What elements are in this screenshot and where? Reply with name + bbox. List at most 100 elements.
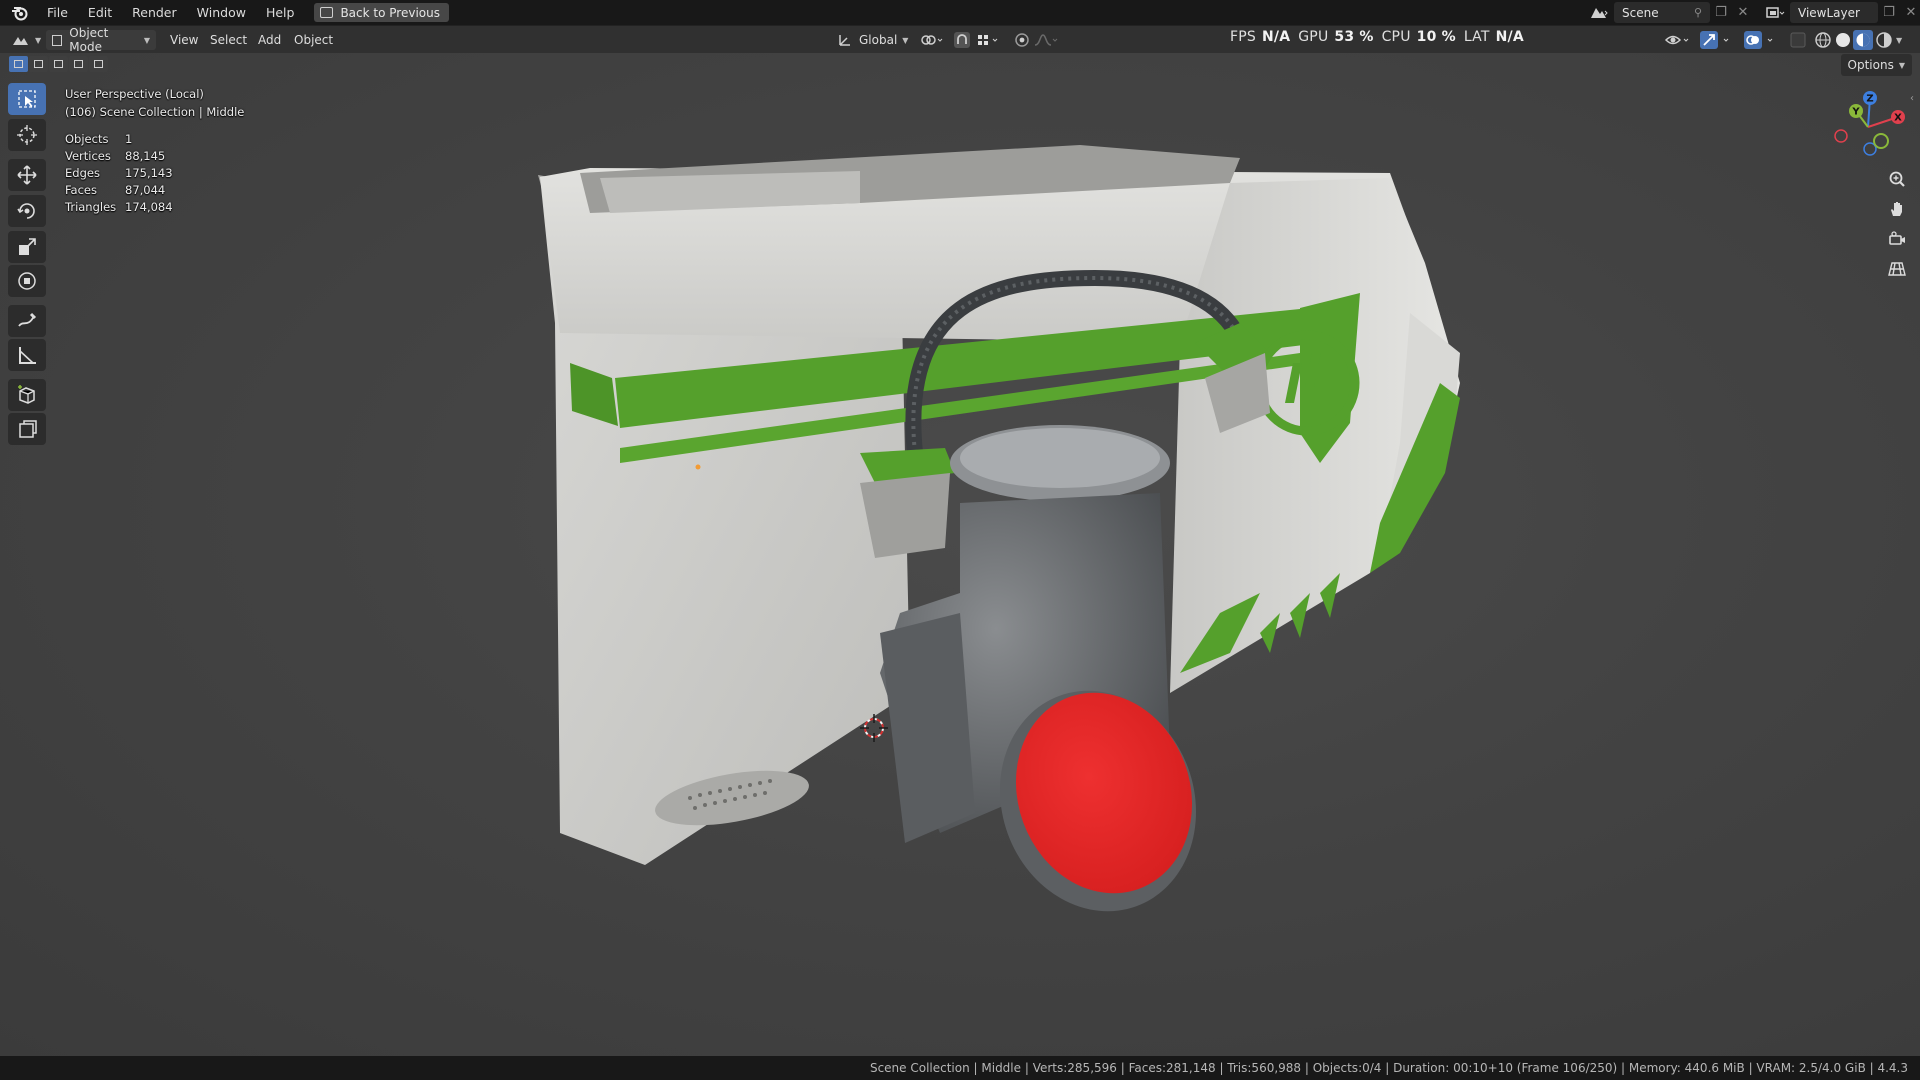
gizmo-x-label: X [1894,113,1902,124]
pin-icon[interactable]: ⚲ [1694,6,1702,19]
scene-name-field[interactable]: Scene ⚲ [1614,2,1710,23]
select-box-icon [18,90,36,108]
shading-solid-icon[interactable] [1834,30,1852,50]
view-layer-name: ViewLayer [1798,5,1860,20]
menu-edit[interactable]: Edit [78,0,122,25]
3d-viewport[interactable]: User Perspective (Local) (106) Scene Col… [0,53,1920,1056]
cpu-label: CPU [1381,29,1411,45]
transform-orientation-dropdown[interactable]: Global ▼ [838,30,908,50]
menu-help[interactable]: Help [256,0,305,25]
tool-shelf [8,83,46,503]
object-mode-icon [52,34,63,46]
stat-value: 87,044 [125,183,166,197]
3d-model[interactable] [0,53,1920,1056]
snap-target-icon[interactable] [976,30,1002,50]
stat-value: 88,145 [125,149,166,163]
view-layer-icon[interactable] [1760,2,1790,23]
stat-label: Vertices [65,149,111,163]
stat-label: Objects [65,132,109,146]
view-layer-selector: ViewLayer ❐ ✕ [1760,2,1920,23]
shading-wireframe-icon[interactable] [1814,30,1832,50]
pan-hand-icon[interactable] [1882,195,1912,223]
add-cube-tool[interactable] [8,379,46,411]
menu-object[interactable]: Object [294,30,333,50]
fps-label: FPS [1230,29,1256,45]
annotate-tool[interactable] [8,305,46,337]
select-box-tool[interactable] [8,83,46,115]
new-scene-icon[interactable]: ❐ [1710,2,1732,23]
new-view-layer-icon[interactable]: ❐ [1878,2,1900,23]
sidebar-toggle-icon[interactable]: ‹ [1910,93,1914,104]
gizmo-z-label: Z [1866,94,1873,105]
scale-tool[interactable] [8,231,46,263]
transform-icon [18,272,36,290]
stat-value: 1 [125,132,133,146]
menu-add[interactable]: Add [258,30,281,50]
stat-value: 174,084 [125,200,173,214]
move-icon [17,165,37,185]
pivot-point-icon[interactable] [920,30,946,50]
scene-icon[interactable] [1584,2,1614,23]
move-tool[interactable] [8,159,46,191]
camera-view-icon[interactable] [1882,225,1912,253]
snap-toggle-icon[interactable] [954,30,970,50]
status-text: Scene Collection | Middle | Verts:285,59… [869,1061,1908,1075]
stat-label: Triangles [65,200,117,214]
stat-faces: Faces 87,044 [65,183,165,197]
measure-tool[interactable] [8,339,46,371]
editor-type-button[interactable]: ▼ [12,30,41,50]
delete-scene-icon[interactable]: ✕ [1732,2,1754,23]
proportional-editing-icon[interactable] [1014,30,1030,50]
stat-edges: Edges 175,143 [65,166,173,180]
performance-stats: FPS N/A GPU 53 % CPU 10 % LAT N/A [1230,26,1532,48]
menu-window[interactable]: Window [187,0,256,25]
top-menu-bar: File Edit Render Window Help Back to Pre… [0,0,1920,25]
transform-extra-tool[interactable] [8,413,46,445]
falloff-curve-icon[interactable] [1034,30,1060,50]
xray-toggle-icon[interactable] [1790,30,1806,50]
stat-triangles: Triangles 174,084 [65,200,173,214]
stat-value: 175,143 [125,166,173,180]
menu-select[interactable]: Select [210,30,247,50]
back-to-previous-button[interactable]: Back to Previous [314,3,449,22]
screen-icon [320,7,334,18]
back-to-previous-label: Back to Previous [340,5,440,20]
add-cube-icon [18,385,35,404]
navigation-gizmo[interactable]: Z Y X [1828,87,1908,167]
menu-view[interactable]: View [170,30,198,50]
shading-rendered-icon[interactable] [1875,30,1893,50]
overlays-toggle-icon[interactable] [1744,30,1780,50]
collection-info: (106) Scene Collection | Middle [65,105,245,119]
view-layer-field[interactable]: ViewLayer [1790,2,1878,23]
cursor-tool[interactable] [8,119,46,151]
options-dropdown[interactable]: Options ▼ [1840,54,1912,76]
measure-icon [19,347,36,364]
fps-value: N/A [1261,29,1291,45]
cpu-value: 10 % [1416,29,1456,45]
gpu-label: GPU [1298,29,1329,45]
blender-logo-icon[interactable] [9,4,31,22]
delete-view-layer-icon[interactable]: ✕ [1900,2,1920,23]
options-label: Options [1847,58,1894,72]
perspective-grid-icon[interactable] [1882,255,1912,283]
menu-file[interactable]: File [37,0,78,25]
stat-label: Edges [65,166,100,180]
viewport-header: ▼ Object Mode ▼ View Select Add Object G… [0,25,1920,54]
lat-value: N/A [1495,29,1524,45]
view-name: User Perspective (Local) [65,87,204,101]
zoom-icon[interactable] [1882,165,1912,193]
status-bar: Scene Collection | Middle | Verts:285,59… [0,1056,1920,1080]
annotate-icon [18,312,37,327]
shading-material-icon[interactable] [1853,30,1873,50]
gizmo-toggle-icon[interactable] [1700,30,1736,50]
transform-tool[interactable] [8,265,46,297]
visibility-dropdown[interactable] [1664,30,1692,50]
rotate-tool[interactable] [8,195,46,227]
menu-render[interactable]: Render [122,0,187,25]
stat-vertices: Vertices 88,145 [65,149,165,163]
orientation-label: Global [859,33,898,47]
mode-dropdown[interactable]: Object Mode ▼ [46,26,156,54]
stat-objects: Objects 1 [65,132,132,146]
shading-options-icon[interactable]: ▼ [1896,30,1902,50]
scale-icon [19,238,36,255]
